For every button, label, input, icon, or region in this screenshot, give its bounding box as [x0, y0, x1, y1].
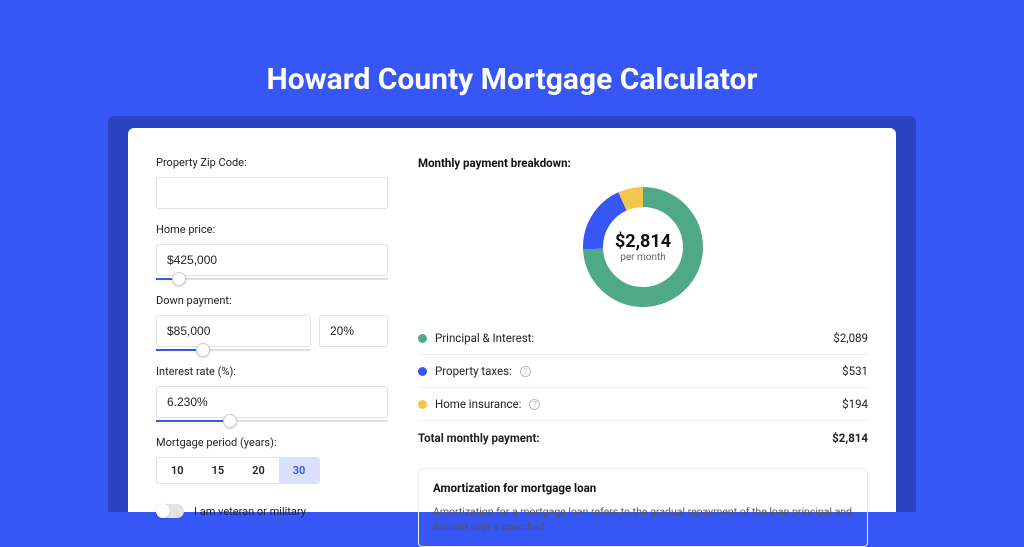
interest-label: Interest rate (%):: [156, 365, 388, 378]
donut-value: $2,814: [615, 231, 671, 252]
legend-value: $531: [842, 364, 868, 378]
slider-thumb[interactable]: [196, 343, 210, 357]
period-option-10[interactable]: 10: [157, 458, 198, 483]
breakdown-column: Monthly payment breakdown: $2,814 p: [406, 156, 868, 512]
period-group: Mortgage period (years): 10 15 20 30: [156, 436, 388, 484]
down-payment-group: Down payment:: [156, 294, 388, 351]
period-option-15[interactable]: 15: [198, 458, 239, 483]
down-payment-input[interactable]: [156, 315, 311, 347]
donut-center: $2,814 per month: [578, 182, 708, 312]
veteran-toggle[interactable]: [156, 504, 184, 518]
zip-label: Property Zip Code:: [156, 156, 388, 169]
total-value: $2,814: [832, 431, 868, 445]
period-segmented: 10 15 20 30: [156, 457, 320, 484]
home-price-slider[interactable]: [156, 278, 388, 280]
amortization-heading: Amortization for mortgage loan: [433, 481, 853, 495]
toggle-knob: [156, 504, 170, 518]
legend-value: $2,089: [833, 331, 868, 345]
down-payment-slider[interactable]: [156, 349, 311, 351]
down-payment-pct-input[interactable]: [319, 315, 388, 347]
amortization-text: Amortization for a mortgage loan refers …: [433, 505, 853, 534]
interest-input[interactable]: [156, 386, 388, 418]
down-payment-label: Down payment:: [156, 294, 388, 307]
breakdown-heading: Monthly payment breakdown:: [418, 156, 868, 170]
info-icon[interactable]: ?: [529, 399, 540, 410]
zip-group: Property Zip Code:: [156, 156, 388, 209]
form-column: Property Zip Code: Home price: Down paym…: [156, 156, 406, 512]
donut-wrap: $2,814 per month: [418, 178, 868, 322]
legend-row-principal: Principal & Interest: $2,089: [418, 322, 868, 355]
home-price-input[interactable]: [156, 244, 388, 276]
legend-row-total: Total monthly payment: $2,814: [418, 421, 868, 454]
period-label: Mortgage period (years):: [156, 436, 388, 449]
veteran-row: I am veteran or military: [156, 504, 388, 518]
legend-label: Property taxes:: [435, 364, 512, 378]
info-icon[interactable]: ?: [520, 366, 531, 377]
page-title: Howard County Mortgage Calculator: [0, 0, 1024, 97]
zip-input[interactable]: [156, 177, 388, 209]
slider-thumb[interactable]: [223, 414, 237, 428]
total-label: Total monthly payment:: [418, 431, 540, 445]
legend-label: Home insurance:: [435, 397, 521, 411]
period-option-20[interactable]: 20: [238, 458, 279, 483]
veteran-label: I am veteran or military: [194, 505, 306, 518]
dot-icon: [418, 400, 427, 409]
legend: Principal & Interest: $2,089 Property ta…: [418, 322, 868, 454]
dot-icon: [418, 334, 427, 343]
legend-row-insurance: Home insurance: ? $194: [418, 388, 868, 421]
calculator-card: Property Zip Code: Home price: Down paym…: [128, 128, 896, 512]
home-price-group: Home price:: [156, 223, 388, 280]
donut-chart: $2,814 per month: [578, 182, 708, 312]
donut-sub: per month: [620, 252, 666, 263]
dot-icon: [418, 367, 427, 376]
slider-thumb[interactable]: [172, 272, 186, 286]
amortization-box: Amortization for mortgage loan Amortizat…: [418, 468, 868, 547]
interest-slider[interactable]: [156, 420, 388, 422]
period-option-30[interactable]: 30: [279, 458, 320, 483]
interest-group: Interest rate (%):: [156, 365, 388, 422]
legend-row-taxes: Property taxes: ? $531: [418, 355, 868, 388]
home-price-label: Home price:: [156, 223, 388, 236]
legend-value: $194: [842, 397, 868, 411]
legend-label: Principal & Interest:: [435, 331, 534, 345]
